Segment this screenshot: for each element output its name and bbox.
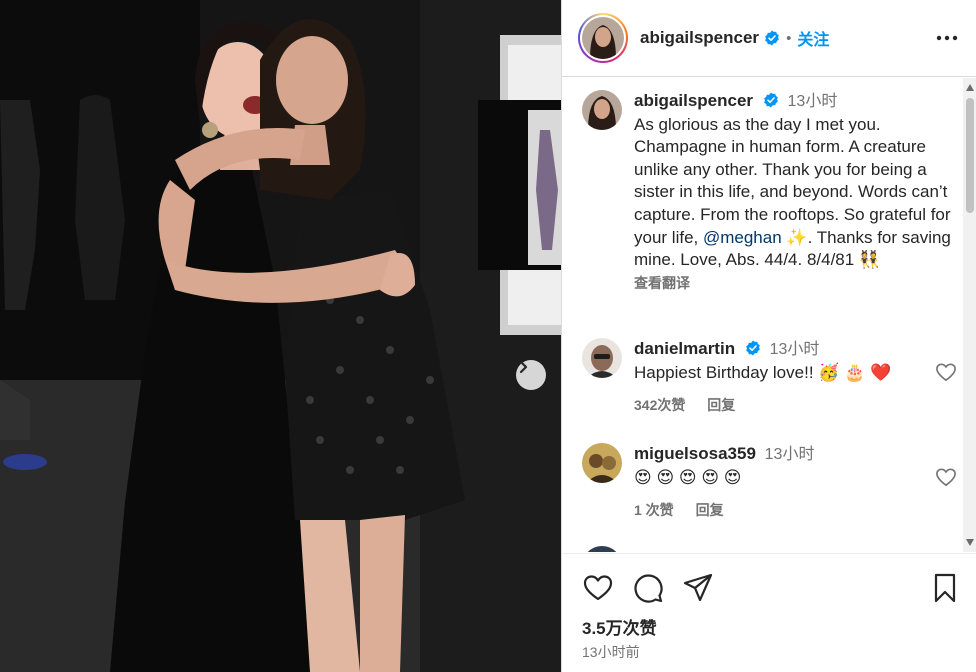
share-icon[interactable]: [682, 572, 714, 604]
comment-likes[interactable]: 1 次赞: [634, 502, 674, 518]
verified-badge-icon: [763, 92, 778, 108]
reply-button[interactable]: 回复: [696, 502, 724, 518]
comments-scrollbar[interactable]: [963, 78, 976, 552]
post-image: [0, 0, 561, 672]
more-options-icon: [936, 35, 958, 41]
comment-item: danielmartin 13小时 Happiest Birthday love…: [582, 338, 957, 417]
avatar[interactable]: [582, 338, 622, 378]
comment-time: 13小时: [769, 341, 820, 358]
caption-username[interactable]: abigailspencer: [634, 91, 753, 110]
scroll-thumb[interactable]: [966, 98, 974, 213]
comment-time: 13小时: [764, 446, 815, 463]
see-translation-button[interactable]: 查看翻译: [634, 272, 957, 295]
likes-count[interactable]: 3.5万次赞: [582, 614, 657, 639]
comment-icon[interactable]: [632, 572, 664, 604]
scroll-up-arrow[interactable]: [966, 84, 974, 91]
next-photo-button[interactable]: [516, 360, 546, 390]
comment-text: Happiest Birthday love!! 🥳 🎂 ❤️: [634, 362, 892, 382]
author-username[interactable]: abigailspencer: [640, 28, 759, 48]
caption: abigailspencer 13小时 As glorious as the d…: [582, 90, 957, 294]
comment-text: 😍 😍 😍 😍 😍: [634, 467, 742, 487]
verified-badge-icon: [746, 340, 760, 356]
comment-username[interactable]: miguelsosa359: [634, 444, 756, 463]
caption-text: As glorious as the day I met you. Champa…: [634, 114, 957, 272]
comment-username[interactable]: danielmartin: [634, 339, 735, 358]
separator-dot: •: [786, 29, 792, 47]
post-side-panel: abigailspencer • 关注 abigailspencer 13小时 …: [561, 0, 976, 672]
comments-list[interactable]: abigailspencer 13小时 As glorious as the d…: [562, 78, 962, 552]
like-comment-heart-icon[interactable]: [935, 467, 957, 487]
post-timestamp[interactable]: 13小时前: [582, 642, 640, 662]
avatar: [582, 17, 624, 59]
avatar[interactable]: [582, 546, 622, 552]
comment-likes[interactable]: 342次赞: [634, 397, 685, 413]
bookmark-icon[interactable]: [929, 572, 961, 604]
mention-link[interactable]: @meghan: [703, 228, 782, 247]
avatar[interactable]: [582, 90, 622, 130]
avatar[interactable]: [582, 443, 622, 483]
caption-time: 13小时: [787, 93, 838, 110]
heart-icon[interactable]: [582, 572, 614, 604]
chevron-right-icon: [519, 360, 528, 374]
more-options-button[interactable]: [935, 26, 959, 50]
post-actions: 3.5万次赞 13小时前: [562, 553, 976, 672]
post-header: abigailspencer • 关注: [562, 0, 976, 77]
scroll-down-arrow[interactable]: [966, 539, 974, 546]
comment-item: miguelsosa359 13小时 😍 😍 😍 😍 😍 1 次赞 回复: [582, 443, 957, 522]
follow-button[interactable]: 关注: [797, 26, 829, 50]
author-avatar-ring[interactable]: [578, 13, 628, 63]
verified-badge-icon: [765, 30, 779, 46]
like-comment-heart-icon[interactable]: [935, 362, 957, 382]
reply-button[interactable]: 回复: [707, 397, 735, 413]
post-photo[interactable]: [0, 0, 561, 672]
